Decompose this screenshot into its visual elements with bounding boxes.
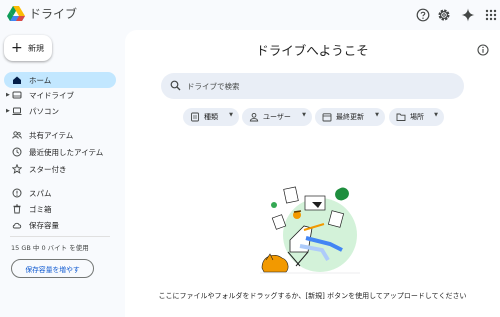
filter-chip-label: 場所 (410, 113, 424, 121)
my-drive-icon (12, 91, 22, 99)
person-icon (249, 112, 259, 122)
shared-icon (12, 131, 22, 139)
computer-icon (12, 107, 22, 115)
expand-caret-icon[interactable]: ▶ (6, 108, 10, 114)
sidebar-item-label: スパム (29, 188, 52, 198)
app-title: ドライブ (29, 7, 78, 21)
storage-usage-text: 15 GB 中 0 バイト を使用 (11, 244, 89, 252)
filter-chip-modified[interactable]: 最終更新 ▼ (315, 108, 385, 126)
upload-hint-text: ここにファイルやフォルダをドラッグするか、[新規] ボタンを使用してアップロード… (158, 292, 467, 300)
filter-chip-label: 種類 (204, 113, 218, 121)
storage-divider (10, 236, 110, 237)
folder-icon (396, 113, 406, 121)
apps-grid-icon[interactable] (484, 8, 498, 22)
dropdown-caret-icon: ▼ (434, 112, 438, 118)
sidebar-item-label: ゴミ箱 (29, 204, 52, 214)
sidebar-item-storage[interactable]: 保存容量 (0, 218, 116, 232)
help-icon[interactable] (416, 8, 430, 22)
sidebar-item-computers[interactable]: ▶ パソコン (0, 104, 116, 118)
filter-chip-type[interactable]: 種類 ▼ (183, 108, 239, 126)
top-bar: ドライブ (0, 0, 500, 30)
sidebar-item-home[interactable]: ホーム (4, 72, 116, 88)
sidebar-item-recent[interactable]: 最近使用したアイテム (0, 145, 116, 159)
expand-caret-icon[interactable]: ▶ (6, 92, 10, 98)
cloud-icon (12, 222, 22, 229)
page-title: ドライブへようこそ (256, 43, 369, 58)
search-bar[interactable] (161, 73, 464, 99)
home-icon (13, 76, 21, 84)
new-button[interactable]: + 新規 (4, 35, 52, 61)
sidebar-item-label: 最近使用したアイテム (29, 147, 104, 157)
sidebar-item-label: ホーム (29, 75, 52, 85)
filter-chip-label: ユーザー (263, 113, 291, 121)
sidebar-item-spam[interactable]: スパム (0, 186, 116, 200)
dropdown-caret-icon: ▼ (375, 112, 379, 118)
filter-chip-people[interactable]: ユーザー ▼ (242, 108, 312, 126)
sidebar-item-label: 共有アイテム (29, 130, 74, 140)
drive-logo-icon[interactable] (7, 6, 25, 22)
recent-icon (12, 147, 22, 157)
sidebar-item-starred[interactable]: スター付き (0, 162, 116, 176)
main-panel: ドライブへようこそ 種類 ▼ ユーザー ▼ 最終更新 (125, 30, 500, 317)
calendar-icon (322, 113, 332, 122)
filter-chip-label: 最終更新 (336, 113, 364, 121)
spam-icon (12, 188, 22, 198)
gemini-sparkle-icon[interactable] (461, 8, 475, 22)
dropdown-caret-icon: ▼ (302, 112, 306, 118)
sidebar-item-label: マイドライブ (29, 90, 74, 100)
trash-icon (13, 204, 21, 214)
settings-icon[interactable] (437, 8, 451, 22)
star-icon (12, 164, 22, 174)
sidebar-item-shared[interactable]: 共有アイテム (0, 128, 116, 142)
sidebar-item-my-drive[interactable]: ▶ マイドライブ (0, 88, 116, 102)
plus-icon: + (11, 40, 23, 56)
search-input[interactable] (187, 78, 447, 94)
empty-state-illustration (260, 186, 360, 274)
search-icon[interactable] (170, 80, 181, 91)
info-icon[interactable] (477, 44, 489, 56)
sidebar-item-trash[interactable]: ゴミ箱 (0, 202, 116, 216)
new-button-label: 新規 (28, 43, 44, 53)
sidebar-item-label: パソコン (29, 106, 59, 116)
file-type-icon (191, 112, 199, 122)
get-more-storage-button[interactable]: 保存容量を増やす (11, 259, 94, 278)
dropdown-caret-icon: ▼ (229, 112, 233, 118)
sidebar-item-label: 保存容量 (29, 220, 59, 230)
filter-chip-location[interactable]: 場所 ▼ (389, 108, 444, 126)
sidebar-item-label: スター付き (29, 164, 67, 174)
